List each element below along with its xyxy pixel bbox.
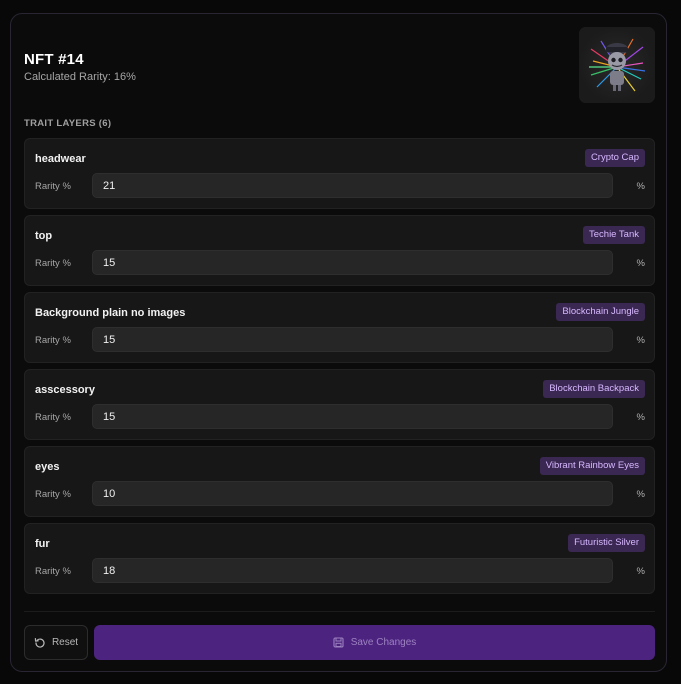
trait-card-asscessory: asscessory Blockchain Backpack Rarity % … bbox=[24, 369, 655, 440]
percent-unit: % bbox=[636, 412, 645, 423]
rarity-label: Rarity % bbox=[35, 335, 71, 346]
trait-name: fur bbox=[35, 538, 50, 550]
rarity-label: Rarity % bbox=[35, 181, 71, 192]
trait-list: headwear Crypto Cap Rarity % % top Techi… bbox=[24, 138, 655, 600]
percent-unit: % bbox=[636, 489, 645, 500]
trait-value-badge: Vibrant Rainbow Eyes bbox=[539, 457, 645, 475]
footer-divider bbox=[24, 611, 655, 612]
reset-label: Reset bbox=[51, 637, 79, 648]
rarity-input[interactable] bbox=[92, 173, 613, 198]
rarity-label: Rarity % bbox=[35, 258, 71, 269]
percent-unit: % bbox=[636, 258, 645, 269]
trait-card-headwear: headwear Crypto Cap Rarity % % bbox=[24, 138, 655, 209]
trait-name: asscessory bbox=[35, 384, 95, 396]
trait-value-badge: Crypto Cap bbox=[584, 149, 645, 167]
trait-card-fur: fur Futuristic Silver Rarity % % bbox=[24, 523, 655, 594]
trait-name: eyes bbox=[35, 461, 60, 473]
trait-name: headwear bbox=[35, 153, 86, 165]
calculated-rarity: Calculated Rarity: 16% bbox=[24, 71, 136, 83]
percent-unit: % bbox=[636, 181, 645, 192]
trait-card-eyes: eyes Vibrant Rainbow Eyes Rarity % % bbox=[24, 446, 655, 517]
nft-thumbnail bbox=[579, 27, 655, 103]
trait-name: Background plain no images bbox=[35, 307, 186, 319]
trait-value-badge: Techie Tank bbox=[583, 226, 645, 244]
save-changes-button[interactable]: Save Changes bbox=[94, 625, 655, 660]
nft-title: NFT #14 bbox=[24, 51, 84, 68]
rarity-input[interactable] bbox=[92, 481, 613, 506]
rarity-input[interactable] bbox=[92, 558, 613, 583]
percent-unit: % bbox=[636, 335, 645, 346]
trait-card-top: top Techie Tank Rarity % % bbox=[24, 215, 655, 286]
trait-value-badge: Blockchain Jungle bbox=[556, 303, 645, 321]
trait-value-badge: Blockchain Backpack bbox=[543, 380, 645, 398]
rarity-input[interactable] bbox=[92, 327, 613, 352]
reset-button[interactable]: Reset bbox=[24, 625, 88, 660]
percent-unit: % bbox=[636, 566, 645, 577]
trait-value-badge: Futuristic Silver bbox=[568, 534, 645, 552]
save-icon bbox=[333, 637, 344, 648]
rarity-input[interactable] bbox=[92, 404, 613, 429]
trait-layers-heading: TRAIT LAYERS (6) bbox=[24, 118, 112, 129]
rarity-label: Rarity % bbox=[35, 489, 71, 500]
trait-name: top bbox=[35, 230, 53, 242]
rarity-input[interactable] bbox=[92, 250, 613, 275]
undo-icon bbox=[34, 637, 46, 649]
nft-editor-panel: NFT #14 Calculated Rarity: 16% TRAIT LAY… bbox=[10, 13, 667, 672]
rarity-label: Rarity % bbox=[35, 566, 71, 577]
rarity-label: Rarity % bbox=[35, 412, 71, 423]
trait-card-background: Background plain no images Blockchain Ju… bbox=[24, 292, 655, 363]
nft-artwork-image bbox=[579, 27, 655, 103]
save-label: Save Changes bbox=[350, 637, 417, 648]
